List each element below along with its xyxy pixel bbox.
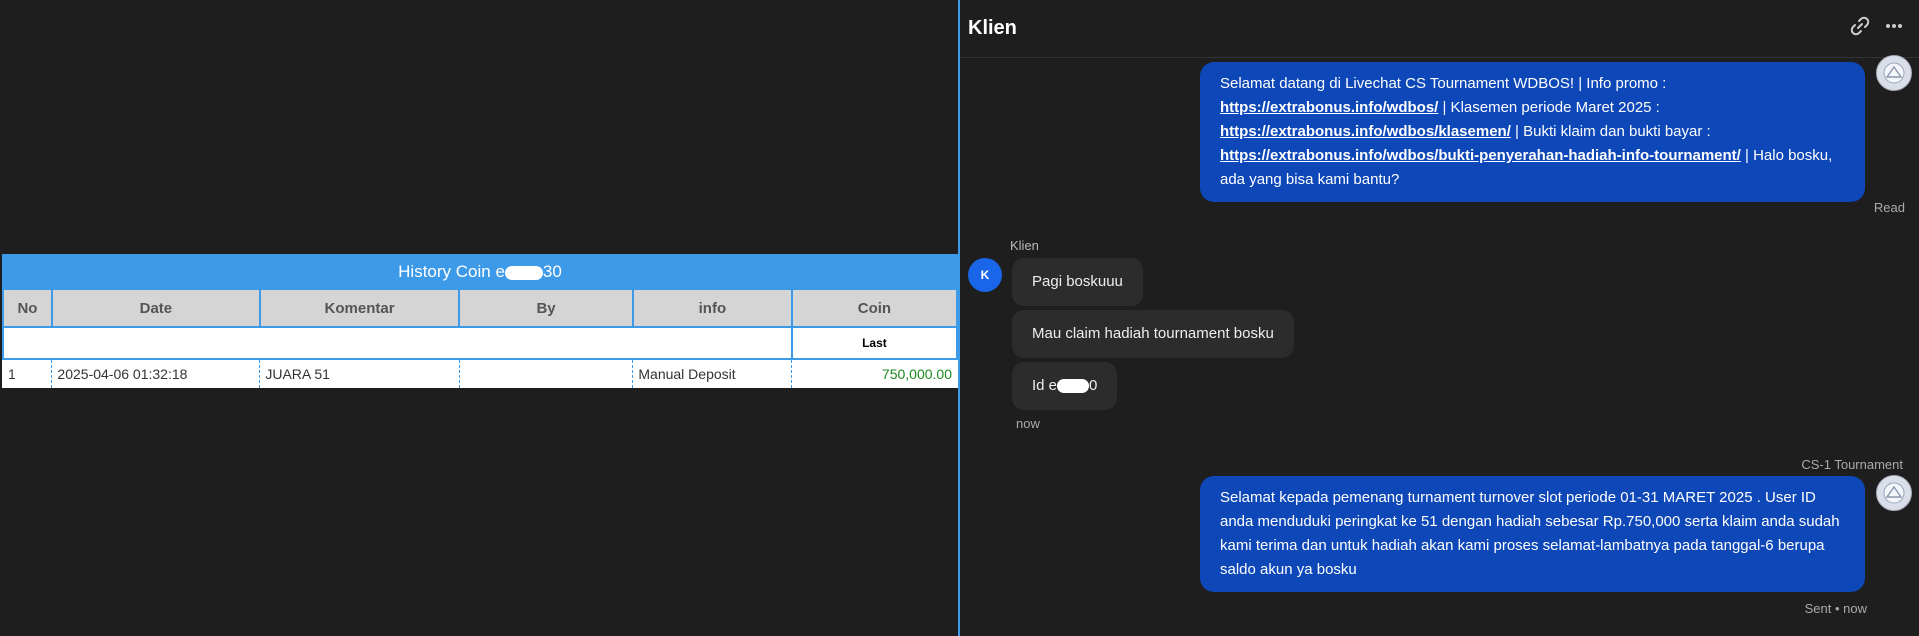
cell-info: Manual Deposit	[632, 359, 792, 388]
chat-header: Klien	[960, 0, 1919, 58]
agent-avatar	[1876, 475, 1912, 511]
column-header-komentar[interactable]: Komentar	[258, 290, 461, 328]
link-bukti[interactable]: https://extrabonus.info/wdbos/bukti-peny…	[1220, 147, 1741, 164]
client-avatar: K	[968, 258, 1002, 292]
column-header-by[interactable]: By	[458, 290, 634, 328]
column-header-coin[interactable]: Coin	[790, 290, 959, 328]
cell-coin: 750,000.00	[791, 359, 957, 388]
cell-komentar: JUARA 51	[259, 359, 460, 388]
history-title-suffix: 30	[542, 262, 562, 281]
left-panel: History Coin e 30 No Date Komentar By inf…	[0, 0, 959, 636]
subheader-last: Last	[790, 327, 959, 360]
client-initial: K	[980, 268, 990, 282]
client-message-id: Id e 0	[1012, 362, 1118, 410]
table-row: 1 2025-04-06 01:32:18 JUARA 51 Manual De…	[3, 359, 957, 388]
client-id-suffix: 0	[1089, 377, 1098, 394]
link-klasemen[interactable]: https://extrabonus.info/wdbos/klasemen/	[1220, 123, 1511, 140]
read-status: Read	[1873, 200, 1905, 215]
sent-status: Sent • now	[1804, 601, 1867, 616]
history-coin-table: History Coin e 30 No Date Komentar By inf…	[2, 254, 959, 388]
history-title: History Coin e 30	[2, 254, 958, 290]
agent-message-reply: Selamat kepada pemenang turnament turnov…	[1200, 476, 1865, 592]
client-message: Mau claim hadiah tournament bosku	[1012, 310, 1294, 358]
history-title-prefix: History Coin e	[398, 262, 505, 281]
chat-panel: Klien Selamat datang di Livechat CS Tour…	[960, 0, 1919, 636]
agent-message-welcome: Selamat datang di Livechat CS Tournament…	[1200, 62, 1865, 202]
link-icon[interactable]	[1843, 16, 1877, 42]
message-text: | Klasemen periode Maret 2025 :	[1438, 99, 1660, 116]
agent-name-label: CS-1 Tournament	[1801, 457, 1903, 472]
redacted-id	[1057, 379, 1090, 394]
client-name-label: Klien	[1010, 238, 1039, 253]
column-header-no[interactable]: No	[2, 290, 53, 328]
agent-avatar	[1876, 55, 1912, 91]
more-icon[interactable]	[1877, 16, 1911, 42]
client-id-prefix: Id e	[1032, 377, 1058, 394]
client-message: Pagi boskuuu	[1012, 258, 1143, 306]
table-header-row: No Date Komentar By info Coin	[2, 290, 959, 328]
cell-by	[458, 359, 633, 388]
link-promo[interactable]: https://extrabonus.info/wdbos/	[1220, 99, 1438, 116]
client-message-time: now	[1016, 416, 1040, 431]
chat-title: Klien	[968, 17, 1017, 39]
cell-date: 2025-04-06 01:32:18	[51, 359, 260, 388]
message-text: Selamat datang di Livechat CS Tournament…	[1220, 75, 1667, 92]
redacted-id	[504, 265, 543, 280]
message-text: | Bukti klaim dan bukti bayar :	[1510, 123, 1711, 140]
cell-no: 1	[8, 366, 16, 382]
table-subheader-row: Last	[2, 327, 959, 360]
message-text: Selamat kepada pemenang turnament turnov…	[1220, 489, 1840, 578]
subheader-empty	[2, 327, 793, 360]
column-header-date[interactable]: Date	[50, 290, 261, 328]
history-grid: No Date Komentar By info Coin Last 1 202…	[2, 290, 959, 388]
column-header-info[interactable]: info	[631, 290, 793, 328]
